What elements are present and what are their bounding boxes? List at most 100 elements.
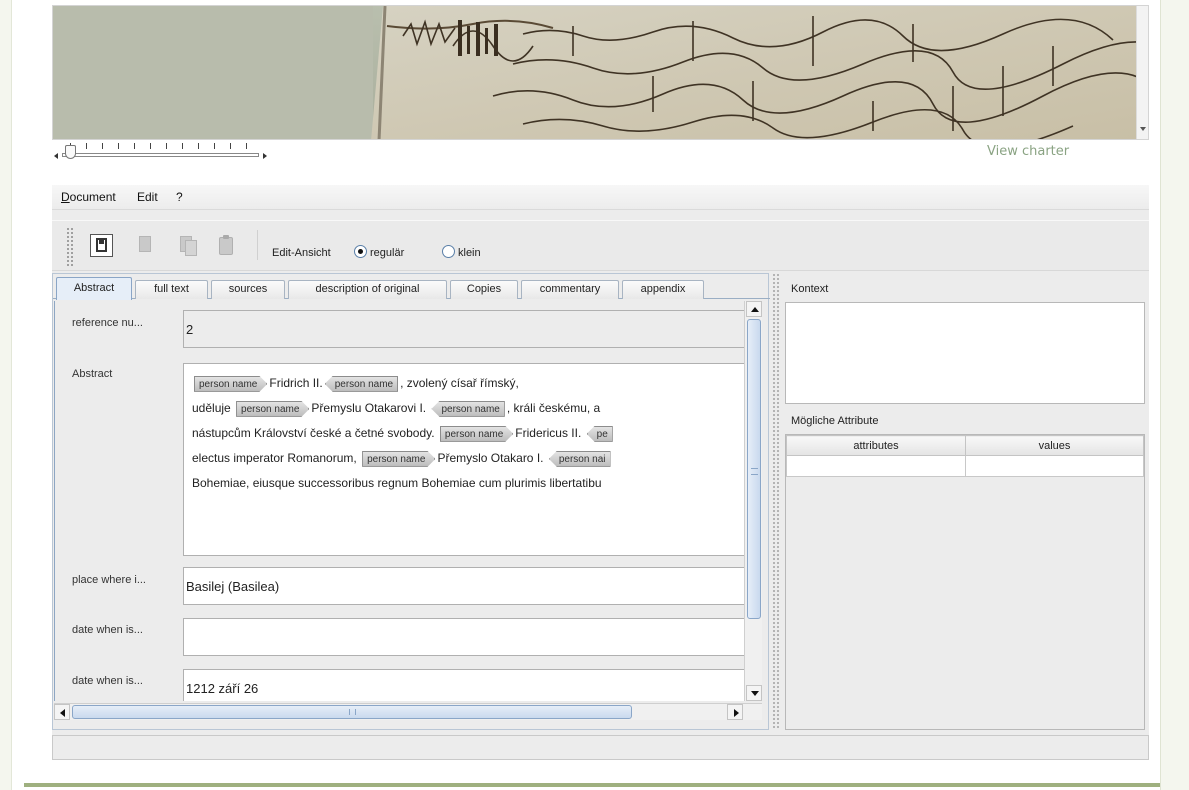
copy-button[interactable] bbox=[178, 235, 198, 257]
view-charter-link[interactable]: View charter bbox=[987, 144, 1069, 159]
radio-small[interactable] bbox=[442, 245, 455, 258]
page-margin-left bbox=[0, 0, 12, 790]
slider-ticks bbox=[70, 143, 250, 149]
attributes-label: Mögliche Attribute bbox=[791, 415, 879, 427]
toolbar-grip[interactable] bbox=[66, 227, 74, 267]
paste-button[interactable] bbox=[216, 235, 236, 257]
abstract-line: uděluje person name Přemyslu Otakarovi I.… bbox=[192, 396, 744, 421]
abstract-line: person name Fridrich II. person name, zvol… bbox=[192, 371, 744, 396]
abstract-text: Přemyslu Otakarovi I. bbox=[311, 401, 427, 415]
toolbar: Edit-Ansicht regulär klein bbox=[52, 220, 1149, 271]
column-header-attributes[interactable]: attributes bbox=[786, 435, 966, 456]
person-name-tag-open[interactable]: person name bbox=[236, 401, 309, 417]
context-label: Kontext bbox=[791, 283, 829, 295]
attribute-cell[interactable] bbox=[786, 455, 966, 477]
context-area[interactable] bbox=[785, 302, 1145, 404]
form-vertical-scrollbar[interactable] bbox=[744, 301, 762, 701]
context-panel: Kontext Mögliche Attribute attributes va… bbox=[785, 277, 1145, 730]
person-name-tag-close[interactable]: person name bbox=[431, 400, 505, 417]
abstract-line: Bohemiae, eiusque successoribus regnum B… bbox=[192, 471, 744, 496]
menu-edit[interactable]: Edit bbox=[137, 190, 158, 204]
person-name-tag-open[interactable]: person name bbox=[362, 451, 435, 467]
cut-icon bbox=[139, 236, 151, 252]
place-label: place where i... bbox=[72, 574, 146, 586]
zoom-slider[interactable] bbox=[54, 143, 274, 167]
menu-document-mnemonic: D bbox=[61, 190, 70, 204]
person-name-tag-close-clipped[interactable]: pe bbox=[586, 425, 613, 442]
abstract-text: Bohemiae, eiusque successoribus regnum B… bbox=[192, 476, 602, 490]
abstract-line: nástupcům Království české a četné svobo… bbox=[192, 421, 744, 446]
toolbar-separator bbox=[257, 230, 258, 260]
person-name-tag-close-clipped[interactable]: person nai bbox=[548, 450, 611, 467]
scroll-thumb[interactable] bbox=[747, 319, 761, 619]
edit-view-label: Edit-Ansicht bbox=[272, 247, 331, 259]
abstract-text: electus imperator Romanorum, bbox=[192, 451, 357, 465]
abstract-text: , zvolený císař římský, bbox=[400, 376, 519, 390]
abstract-text: uděluje bbox=[192, 401, 231, 415]
paste-icon bbox=[219, 235, 233, 255]
scroll-thumb-horizontal[interactable] bbox=[72, 705, 632, 719]
date-label-2: date when is... bbox=[72, 675, 143, 687]
abstract-text: Fridrich II. bbox=[269, 376, 323, 390]
menu-document[interactable]: Document bbox=[61, 190, 116, 204]
editor-frame: Abstract full text sources description o… bbox=[52, 273, 770, 730]
tab-copies[interactable]: Copies bbox=[450, 280, 518, 299]
menu-document-label: ocument bbox=[69, 190, 116, 204]
charter-scan-image bbox=[53, 6, 1138, 139]
floppy-disk-icon bbox=[96, 238, 107, 252]
date-field-2[interactable]: 1212 září 26 bbox=[183, 669, 744, 701]
date-field-1[interactable] bbox=[183, 618, 744, 656]
scroll-up-icon[interactable] bbox=[746, 301, 762, 317]
editor-application: Document Edit ? Edit-Ansicht regulär kle… bbox=[52, 185, 1149, 760]
cut-button[interactable] bbox=[137, 235, 157, 257]
tab-strip: Abstract full text sources description o… bbox=[53, 274, 770, 300]
tab-description-of-original[interactable]: description of original bbox=[288, 280, 447, 299]
tab-appendix[interactable]: appendix bbox=[622, 280, 704, 299]
copy-icon-front bbox=[185, 240, 197, 256]
abstract-text: Přemyslo Otakaro I. bbox=[437, 451, 544, 465]
date-label-1: date when is... bbox=[72, 624, 143, 636]
scroll-down-icon[interactable] bbox=[746, 685, 762, 701]
abstract-editor[interactable]: person name Fridrich II. person name, zvol… bbox=[183, 363, 744, 556]
person-name-tag-close[interactable]: person name bbox=[324, 375, 399, 392]
page-footer-bar bbox=[24, 783, 1160, 787]
charter-image-viewer[interactable] bbox=[52, 5, 1149, 140]
reference-number-field[interactable]: 2 bbox=[183, 310, 744, 348]
viewer-scrollbar[interactable] bbox=[1136, 6, 1148, 139]
tab-abstract[interactable]: Abstract bbox=[56, 277, 132, 300]
table-row[interactable] bbox=[786, 455, 1144, 477]
slider-track[interactable] bbox=[62, 153, 259, 157]
column-header-values[interactable]: values bbox=[965, 435, 1144, 456]
abstract-label: Abstract bbox=[72, 368, 113, 380]
form-horizontal-scrollbar[interactable] bbox=[54, 703, 762, 720]
attributes-table: attributes values bbox=[786, 435, 1144, 477]
radio-small-label[interactable]: klein bbox=[458, 247, 481, 259]
tab-sources[interactable]: sources bbox=[211, 280, 285, 299]
tab-full-text[interactable]: full text bbox=[135, 280, 208, 299]
value-cell[interactable] bbox=[965, 455, 1144, 477]
abstract-text: , králi českému, a bbox=[506, 401, 601, 415]
attributes-table-container: attributes values bbox=[785, 434, 1145, 730]
tab-commentary[interactable]: commentary bbox=[521, 280, 619, 299]
arrow-left-icon[interactable] bbox=[54, 153, 58, 159]
reference-number-label: reference nu... bbox=[72, 317, 143, 329]
radio-regular-label[interactable]: regulär bbox=[370, 247, 404, 259]
abstract-text: Fridericus II. bbox=[515, 426, 582, 440]
scroll-right-icon[interactable] bbox=[727, 704, 743, 720]
person-name-tag-open[interactable]: person name bbox=[194, 376, 267, 392]
menu-bar: Document Edit ? bbox=[52, 185, 1149, 210]
radio-regular[interactable] bbox=[354, 245, 367, 258]
scroll-down-icon[interactable] bbox=[1140, 127, 1146, 131]
abstract-line: electus imperator Romanorum, person name… bbox=[192, 446, 744, 471]
split-pane-divider[interactable] bbox=[772, 273, 780, 730]
abstract-text: nástupcům Království české a četné svobo… bbox=[192, 426, 435, 440]
person-name-tag-open[interactable]: person name bbox=[440, 426, 513, 442]
slider-thumb[interactable] bbox=[65, 145, 76, 159]
scroll-left-icon[interactable] bbox=[54, 704, 70, 720]
place-field[interactable]: Basilej (Basilea) bbox=[183, 567, 744, 605]
status-bar bbox=[52, 735, 1149, 760]
menu-help[interactable]: ? bbox=[176, 190, 183, 204]
arrow-right-icon[interactable] bbox=[263, 153, 267, 159]
save-button[interactable] bbox=[90, 234, 113, 257]
page-margin-right bbox=[1160, 0, 1189, 790]
